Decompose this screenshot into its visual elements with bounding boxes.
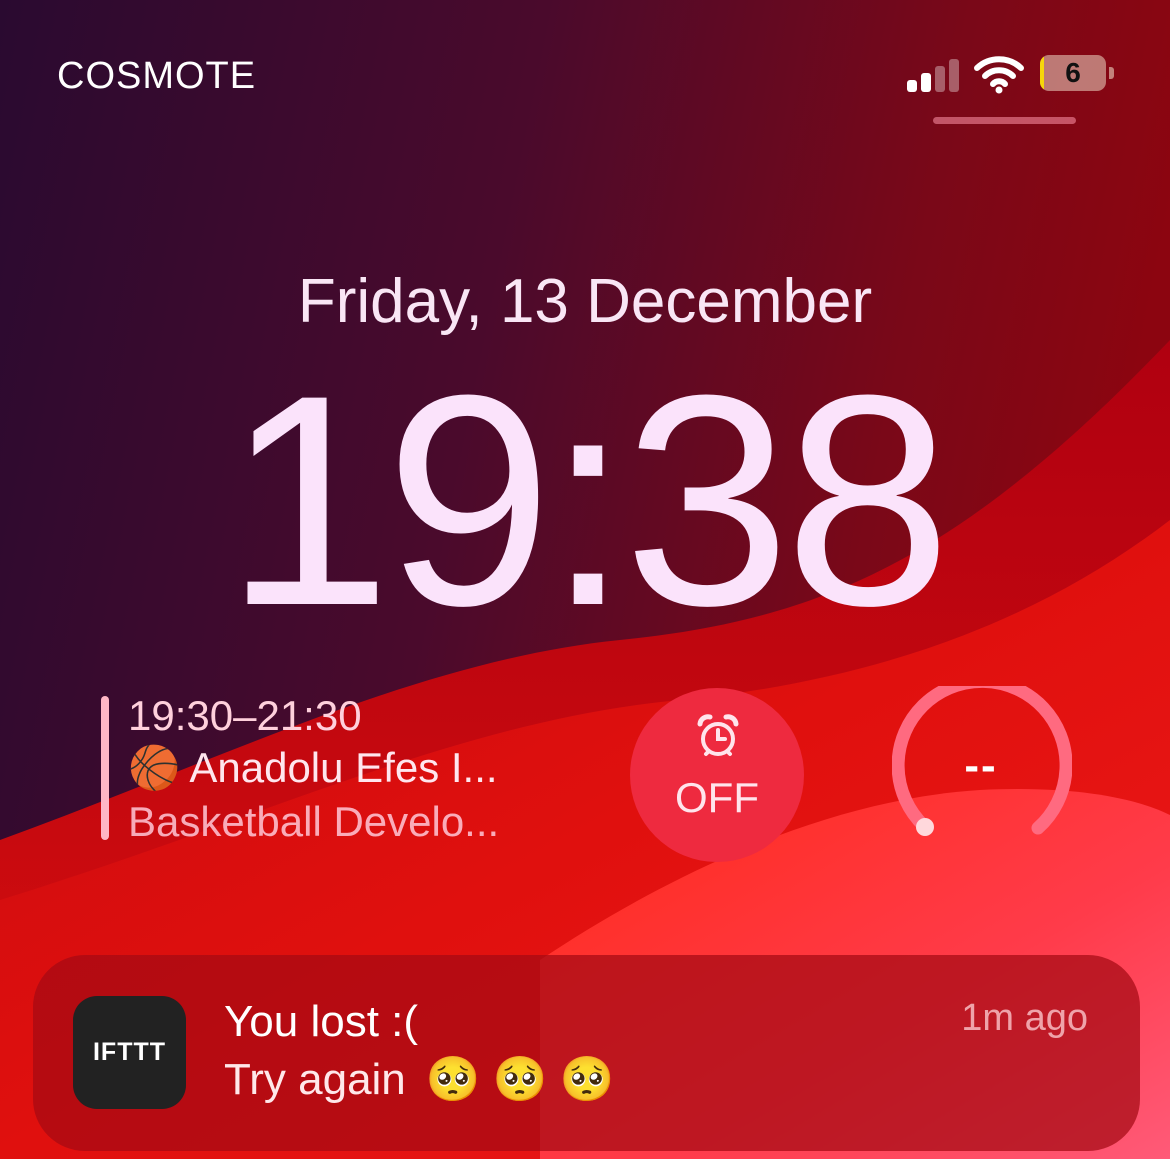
lock-screen-date[interactable]: Friday, 13 December [0,266,1170,337]
notification-timestamp: 1m ago [961,997,1088,1039]
wifi-icon [974,56,1024,94]
notification-body: Try again 🥺 🥺 🥺 [224,1053,615,1105]
event-time-range: 19:30–21:30 [128,692,362,739]
lock-screen-clock[interactable]: 19:38 [0,350,1170,650]
cellular-signal-icon [907,58,959,92]
battery-percentage: 6 [1065,57,1081,88]
calendar-widget[interactable]: 19:30–21:30 🏀 Anadolu Efes I... Basketba… [101,692,561,845]
battery-icon: 6 [1040,55,1120,93]
pleading-face-emoji: 🥺 🥺 🥺 [425,1055,615,1104]
event-title-text: Anadolu Efes I... [189,744,498,791]
event-title: 🏀 Anadolu Efes I... [128,744,498,793]
notification-center-grabber[interactable] [933,117,1076,124]
notification-card[interactable]: IFTTT You lost :( Try again 🥺 🥺 🥺 1m ago [33,955,1140,1151]
notification-title: You lost :( [224,997,419,1046]
event-subtitle: Basketball Develo... [128,798,500,845]
alarm-status: OFF [675,774,759,821]
calendar-color-bar [101,696,109,840]
alarm-clock-icon [697,714,739,756]
gauge-value: -- [964,741,998,790]
ifttt-app-icon: IFTTT [73,996,186,1109]
notification-body-text: Try again [224,1055,406,1104]
basketball-icon: 🏀 [128,744,181,791]
gauge-widget[interactable]: -- [891,674,1073,846]
carrier-label: COSMOTE [57,55,257,97]
alarm-widget[interactable]: OFF [630,688,804,862]
